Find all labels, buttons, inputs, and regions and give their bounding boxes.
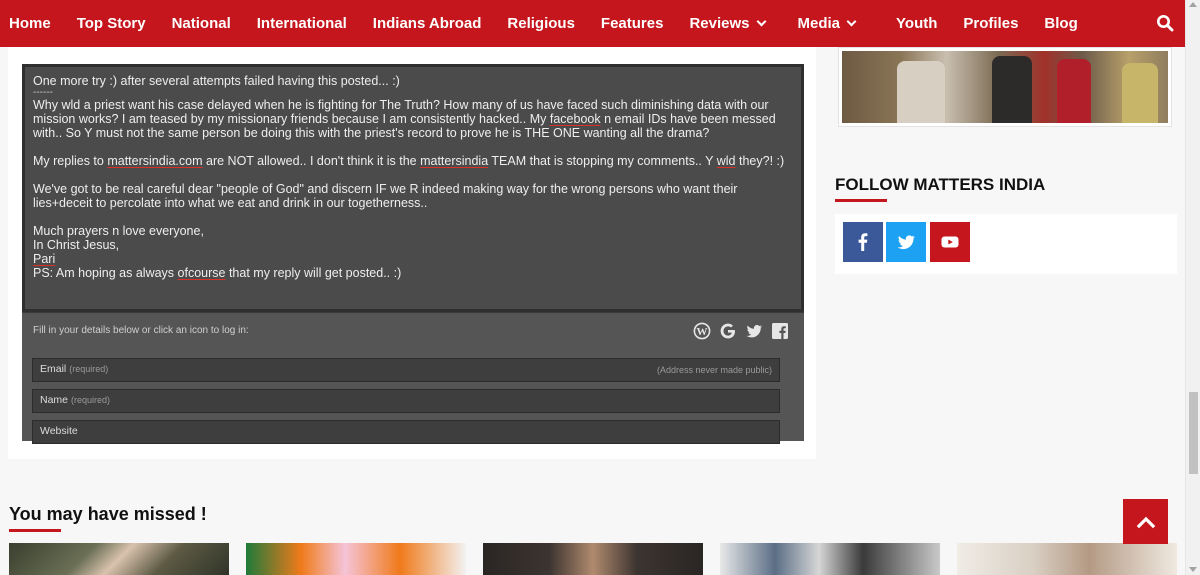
name-field[interactable]: Name (required): [32, 389, 780, 413]
follow-heading: FOLLOW MATTERS INDIA: [835, 175, 1046, 194]
twitter-button[interactable]: [886, 222, 926, 262]
comment-text-span: TEAM that is stopping my comments.. Y: [488, 154, 717, 168]
twitter-icon[interactable]: [744, 321, 764, 341]
spellcheck-word: wld: [716, 154, 736, 168]
required-note: (required): [69, 364, 109, 374]
nav-label: International: [256, 15, 347, 32]
nav-label: Features: [600, 15, 664, 32]
comment-paragraph: My replies to mattersindia.com are NOT a…: [33, 154, 793, 168]
scroll-up-arrow[interactable]: [1189, 2, 1197, 7]
facebook-icon[interactable]: [770, 321, 790, 341]
search-icon[interactable]: [1156, 14, 1176, 34]
nav-label: Top Story: [76, 15, 146, 32]
comment-text-span: PS: Am hoping as always: [33, 266, 178, 280]
comment-login-form: Fill in your details below or click an i…: [22, 312, 804, 444]
nav-label: Media: [797, 15, 841, 32]
wordpress-icon[interactable]: W: [692, 321, 712, 341]
article-thumbnail[interactable]: [720, 543, 940, 575]
nav-item-top-story[interactable]: Top Story: [64, 0, 159, 47]
comment-text-span: they?! :): [735, 154, 785, 168]
nav-item-profiles[interactable]: Profiles: [950, 0, 1031, 47]
comment-textarea[interactable]: One more try :) after several attempts f…: [22, 64, 804, 312]
nav-item-reviews[interactable]: Reviews: [676, 0, 777, 47]
comment-signoff: In Christ Jesus,: [33, 238, 120, 252]
nav-label: National: [171, 15, 231, 32]
required-note: (required): [71, 395, 111, 405]
comment-line: One more try :) after several attempts f…: [33, 74, 400, 88]
comment-text: One more try :) after several attempts f…: [33, 74, 793, 280]
email-label: Email: [40, 363, 67, 375]
comment-signoff: PS: Am hoping as always ofcourse that my…: [33, 266, 793, 280]
comment-text-span: that my reply will get posted.. :): [225, 266, 402, 280]
website-label: Website: [40, 425, 78, 437]
scroll-thumb[interactable]: [1189, 392, 1198, 474]
chevron-down-icon: [756, 16, 766, 27]
comment-text-span: are NOT allowed.. I don't think it is th…: [202, 154, 421, 168]
chevron-up-icon: [1136, 516, 1155, 528]
featured-photo: [842, 51, 1168, 123]
back-to-top-button[interactable]: [1123, 499, 1168, 544]
youtube-button[interactable]: [930, 222, 970, 262]
nav-item-national[interactable]: National: [159, 0, 244, 47]
facebook-button[interactable]: [843, 222, 883, 262]
privacy-note: (Address never made public): [656, 365, 772, 375]
nav-item-youth[interactable]: Youth: [868, 0, 950, 47]
social-links: [835, 214, 1177, 274]
nav-label: Indians Abroad: [372, 15, 482, 32]
spellcheck-word: facebook: [549, 112, 601, 126]
login-icons: W: [692, 321, 790, 341]
article-thumbnail[interactable]: [483, 543, 703, 575]
nav-item-home[interactable]: Home: [0, 0, 64, 47]
youtube-icon: [941, 236, 959, 248]
nav-label: Reviews: [689, 15, 750, 32]
page-scrollbar[interactable]: [1185, 0, 1200, 575]
svg-text:W: W: [697, 326, 708, 338]
facebook-icon: [858, 233, 868, 251]
nav-item-blog[interactable]: Blog: [1031, 0, 1090, 47]
heading-underline: [9, 529, 61, 532]
spellcheck-word: ofcourse: [177, 266, 226, 280]
nav-item-features[interactable]: Features: [588, 0, 677, 47]
comment-signoff: Much prayers n love everyone,: [33, 224, 204, 238]
name-label: Name: [40, 394, 69, 406]
website-field[interactable]: Website: [32, 420, 780, 444]
nav-label: Profiles: [963, 15, 1019, 32]
photo-figure: [1057, 59, 1091, 123]
article-thumbnail[interactable]: [957, 543, 1177, 575]
comment-signoff: Pari: [33, 252, 56, 266]
article-thumbnail[interactable]: [9, 543, 229, 575]
nav-item-media[interactable]: Media: [778, 0, 869, 47]
nav-item-international[interactable]: International: [244, 0, 360, 47]
section-heading: You may have missed !: [9, 504, 207, 524]
twitter-icon: [897, 235, 916, 250]
comment-paragraph: We've got to be real careful dear "peopl…: [33, 182, 738, 210]
spellcheck-word: mattersindia: [420, 154, 489, 168]
heading-underline: [835, 199, 887, 202]
chevron-down-icon: [846, 16, 857, 27]
comment-text-span: My replies to: [33, 154, 108, 168]
nav-label: Youth: [896, 15, 938, 32]
photo-figure: [897, 61, 945, 123]
main-nav: Home Top Story National International In…: [0, 0, 1185, 47]
comment-paragraph: Why wld a priest want his case delayed w…: [33, 98, 793, 140]
nav-label: Blog: [1044, 15, 1078, 32]
sidebar-featured-image[interactable]: [838, 47, 1172, 127]
scroll-down-arrow[interactable]: [1189, 567, 1197, 572]
article-thumbnail[interactable]: [246, 543, 466, 575]
email-field[interactable]: Email (required) (Address never made publ…: [32, 358, 780, 382]
photo-figure: [1122, 63, 1158, 123]
nav-item-religious[interactable]: Religious: [494, 0, 588, 47]
nav-label: Home: [9, 15, 51, 32]
nav-item-indians-abroad[interactable]: Indians Abroad: [360, 0, 495, 47]
spellcheck-word: mattersindia.com: [107, 154, 203, 168]
form-hint: Fill in your details below or click an i…: [33, 325, 249, 336]
comment-divider: ------: [33, 87, 53, 98]
photo-figure: [992, 56, 1032, 123]
google-icon[interactable]: [718, 321, 738, 341]
nav-label: Religious: [507, 15, 575, 32]
